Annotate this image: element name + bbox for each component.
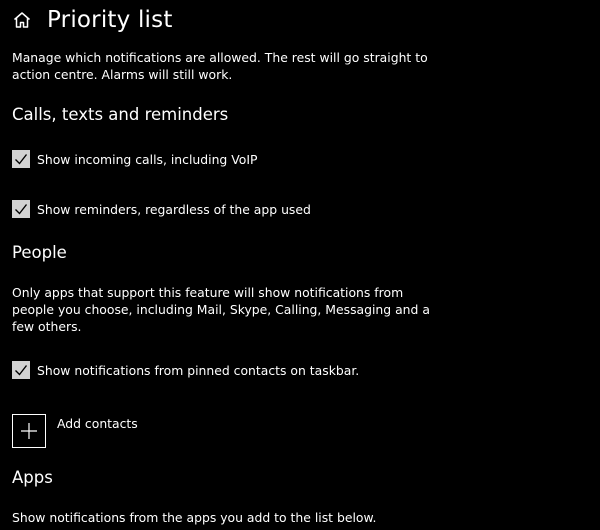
intro-line-1: Manage which notifications are allowed. …	[12, 50, 428, 65]
checkmark-icon	[15, 154, 28, 165]
intro-line-2: action centre. Alarms will still work.	[12, 67, 233, 82]
plus-icon	[21, 423, 37, 439]
people-desc-line-1: Only apps that support this feature will…	[12, 285, 404, 300]
apps-description: Show notifications from the apps you add…	[12, 510, 377, 525]
incoming-calls-label: Show incoming calls, including VoIP	[37, 151, 258, 167]
pinned-contacts-label: Show notifications from pinned contacts …	[37, 362, 360, 378]
checkmark-icon	[15, 365, 28, 376]
pinned-contacts-checkbox-row[interactable]: Show notifications from pinned contacts …	[12, 360, 359, 380]
calls-section-title: Calls, texts and reminders	[12, 105, 229, 124]
incoming-calls-checkbox-row[interactable]: Show incoming calls, including VoIP	[12, 149, 257, 169]
pinned-contacts-checkbox[interactable]	[12, 361, 30, 379]
add-contacts-button[interactable]	[12, 414, 46, 448]
incoming-calls-checkbox[interactable]	[12, 150, 30, 168]
page-header: Priority list	[12, 4, 173, 36]
reminders-label: Show reminders, regardless of the app us…	[37, 201, 311, 217]
apps-section-title: Apps	[12, 468, 53, 487]
home-icon[interactable]	[12, 10, 32, 30]
reminders-checkbox[interactable]	[12, 200, 30, 218]
add-contacts-label[interactable]: Add contacts	[57, 416, 138, 431]
people-section-title: People	[12, 243, 67, 262]
people-description: Only apps that support this feature will…	[12, 284, 430, 335]
intro-text: Manage which notifications are allowed. …	[12, 49, 428, 83]
page-title: Priority list	[47, 7, 173, 33]
reminders-checkbox-row[interactable]: Show reminders, regardless of the app us…	[12, 199, 311, 219]
checkmark-icon	[15, 204, 28, 215]
people-desc-line-2: people you choose, including Mail, Skype…	[12, 302, 430, 317]
people-desc-line-3: few others.	[12, 319, 82, 334]
